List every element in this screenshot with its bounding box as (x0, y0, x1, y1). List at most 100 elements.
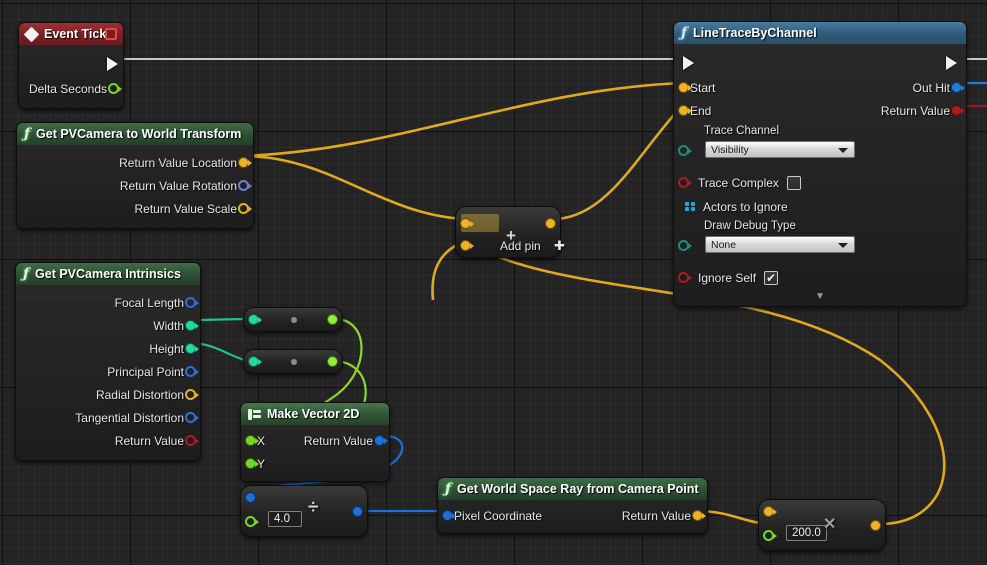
pin-row-trace-complex[interactable]: Trace Complex (674, 170, 966, 195)
pin-row-exec-out[interactable] (19, 51, 123, 77)
node-event-tick[interactable]: Event Tick Delta Seconds (18, 22, 124, 109)
pin-row-delta-seconds[interactable]: Delta Seconds (19, 77, 123, 100)
pin-return-value[interactable] (692, 510, 706, 521)
node-header[interactable]: ƒ Get PVCamera Intrinsics (16, 263, 200, 285)
add-pin-label[interactable]: Add pin (500, 239, 541, 253)
stop-button-icon[interactable] (105, 28, 117, 40)
pin-convert-height-output[interactable] (327, 356, 338, 367)
pin-focal-length[interactable] (185, 297, 199, 308)
pin-row-end-returnvalue[interactable]: End Return Value (674, 99, 966, 122)
node-header[interactable]: Make Vector 2D (241, 403, 389, 425)
pin-return-value[interactable] (951, 105, 965, 116)
pin-label-start: Start (690, 80, 716, 95)
checkbox-trace-complex[interactable] (786, 175, 801, 190)
pin-row-actors-to-ignore[interactable]: Actors to Ignore (674, 195, 966, 219)
pin-trace-channel[interactable] (678, 145, 692, 156)
exec-in-pin[interactable] (683, 56, 694, 70)
pin-label-return-value: Return Value (880, 103, 950, 118)
pin-tangential-distortion[interactable] (185, 412, 199, 423)
pin-add-input-b[interactable] (460, 240, 474, 251)
pin-out-hit[interactable] (951, 82, 965, 93)
pin-start[interactable] (678, 82, 692, 93)
exec-out-pin[interactable] (107, 57, 118, 71)
pin-row-return-value[interactable]: Return Value (16, 429, 200, 452)
node-header[interactable]: ƒ LineTraceByChannel (674, 22, 966, 44)
pin-row-y[interactable]: Y (241, 452, 389, 475)
pin-multiply-input-a[interactable] (763, 506, 777, 517)
pin-return-value[interactable] (185, 435, 199, 446)
pin-row-start-outhit[interactable]: Start Out Hit (674, 76, 966, 99)
pin-divide-output[interactable] (352, 506, 363, 517)
add-pin-icon[interactable]: ✚ (554, 238, 565, 254)
pin-x[interactable] (245, 435, 259, 446)
dropdown-trace-channel-value: Visibility (711, 143, 749, 156)
pin-add-input-a[interactable] (460, 218, 474, 229)
blueprint-graph-canvas[interactable]: Event Tick Delta Seconds ƒ Get PVCamera … (0, 0, 987, 565)
node-expand-toggle[interactable]: ▼ (674, 290, 966, 302)
node-header[interactable]: Event Tick (19, 23, 123, 45)
pin-row-focal-length[interactable]: Focal Length (16, 291, 200, 314)
pin-convert-width-input[interactable] (248, 314, 262, 325)
pin-convert-height-input[interactable] (248, 356, 262, 367)
pin-radial-distortion[interactable] (185, 389, 199, 400)
pin-y[interactable] (245, 458, 259, 469)
dropdown-trace-channel[interactable]: Visibility (705, 141, 855, 158)
pin-add-output[interactable] (545, 218, 556, 229)
node-linetracebychannel[interactable]: ƒ LineTraceByChannel Start Out Hit End R… (673, 21, 967, 307)
node-header[interactable]: ƒ Get World Space Ray from Camera Point (438, 478, 707, 500)
node-get-pvcamera-to-world-transform[interactable]: ƒ Get PVCamera to World Transform Return… (16, 122, 254, 229)
pin-height[interactable] (185, 343, 199, 354)
pin-principal-point[interactable] (185, 366, 199, 377)
pin-label-pixel-coordinate: Pixel Coordinate (454, 508, 543, 523)
pin-return-value-scale[interactable] (238, 203, 252, 214)
node-convert-width-to-float[interactable] (243, 307, 343, 332)
label-trace-channel: Trace Channel (704, 125, 780, 137)
pin-row-draw-debug-type[interactable]: Draw Debug Type None (674, 220, 966, 265)
pin-row-tangential-distortion[interactable]: Tangential Distortion (16, 406, 200, 429)
pin-row-return-value-scale[interactable]: Return Value Scale (17, 197, 253, 220)
pin-row-width[interactable]: Width (16, 314, 200, 337)
node-multiply[interactable]: 200.0 ✕ (758, 499, 886, 551)
node-add-vector[interactable]: + Add pin ✚ (455, 206, 565, 258)
pin-row-height[interactable]: Height (16, 337, 200, 360)
pin-draw-debug-type[interactable] (678, 240, 692, 251)
node-get-pvcamera-intrinsics[interactable]: ƒ Get PVCamera Intrinsics Focal Length W… (15, 262, 201, 461)
dropdown-draw-debug-type[interactable]: None (705, 236, 855, 253)
pin-end[interactable] (678, 105, 692, 116)
pin-row-trace-channel[interactable]: Trace Channel Visibility (674, 125, 966, 170)
node-make-vector-2d[interactable]: Make Vector 2D X Return Value Y (240, 402, 390, 482)
pin-row-return-value-rotation[interactable]: Return Value Rotation (17, 174, 253, 197)
pin-row-x-returnvalue[interactable]: X Return Value (241, 429, 389, 452)
pin-divide-input-b[interactable] (245, 516, 259, 527)
input-multiply-operand[interactable]: 200.0 (786, 525, 827, 541)
checkbox-ignore-self[interactable]: ✔ (764, 270, 779, 285)
input-divide-operand[interactable]: 4.0 (268, 511, 302, 527)
pin-row-return-value-location[interactable]: Return Value Location (17, 151, 253, 174)
pin-return-value[interactable] (374, 435, 388, 446)
pin-row-principal-point[interactable]: Principal Point (16, 360, 200, 383)
pin-return-value-rotation[interactable] (238, 180, 252, 191)
node-get-world-space-ray-from-camera-point[interactable]: ƒ Get World Space Ray from Camera Point … (437, 477, 708, 534)
pin-row-exec[interactable] (674, 50, 966, 76)
array-pin-icon[interactable] (685, 202, 697, 212)
node-convert-height-to-float[interactable] (243, 349, 343, 374)
pin-row-radial-distortion[interactable]: Radial Distortion (16, 383, 200, 406)
pin-trace-complex[interactable] (678, 177, 692, 188)
pin-divide-input-a[interactable] (245, 492, 256, 503)
pin-delta-seconds[interactable] (108, 83, 122, 94)
pin-width[interactable] (185, 320, 199, 331)
node-header[interactable]: ƒ Get PVCamera to World Transform (17, 123, 253, 145)
function-icon: ƒ (23, 266, 30, 282)
pin-label-height: Height (149, 341, 184, 356)
node-body: Return Value Location Return Value Rotat… (17, 145, 253, 228)
node-divide[interactable]: 4.0 ÷ (240, 485, 368, 537)
pin-pixel-coordinate[interactable] (442, 510, 456, 521)
pin-return-value-location[interactable] (238, 157, 252, 168)
pin-convert-width-output[interactable] (327, 314, 338, 325)
pin-multiply-input-b[interactable] (763, 530, 777, 541)
pin-row-ignore-self[interactable]: Ignore Self ✔ (674, 265, 966, 290)
pin-ignore-self[interactable] (678, 272, 692, 283)
pin-multiply-output[interactable] (870, 520, 881, 531)
pin-row-pixel-coordinate-returnvalue[interactable]: Pixel Coordinate Return Value (438, 504, 707, 527)
exec-out-pin[interactable] (946, 56, 957, 70)
